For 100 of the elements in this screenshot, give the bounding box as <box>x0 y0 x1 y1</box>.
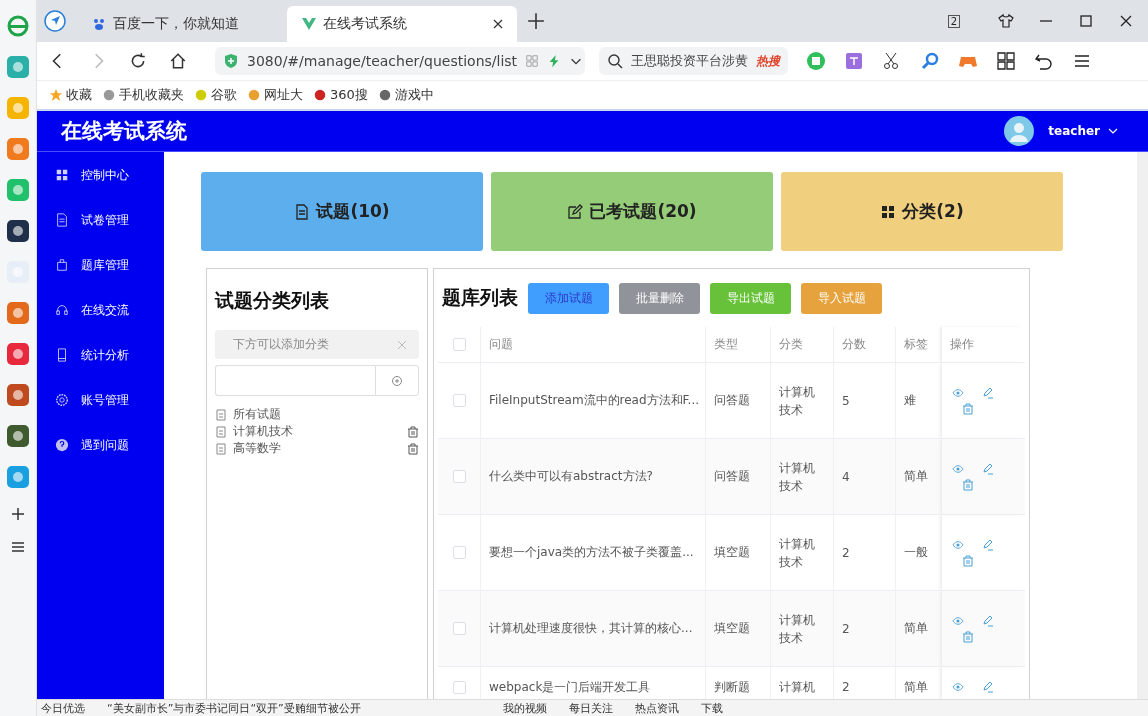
alert-text: 下方可以添加分类 <box>233 336 329 353</box>
bookmark-item[interactable]: 收藏 <box>49 86 92 104</box>
trash-icon[interactable] <box>962 630 974 643</box>
search-field[interactable]: 王思聪投资平台涉黄 热搜 <box>599 47 788 75</box>
status-item[interactable]: 今日优选 <box>41 700 85 716</box>
grid-icon <box>55 168 69 182</box>
stat-card[interactable]: 分类(2) <box>781 172 1063 251</box>
app-icon[interactable] <box>6 219 30 243</box>
add-category-button[interactable] <box>375 365 419 396</box>
paw-icon <box>91 16 107 32</box>
sidebar-item[interactable]: 题库管理 <box>37 256 164 274</box>
navigation-icon[interactable] <box>43 9 67 33</box>
sidebar-item[interactable]: 控制中心 <box>37 166 164 184</box>
trash-icon[interactable] <box>962 554 974 567</box>
zoom-in-icon <box>391 374 403 387</box>
tab-count[interactable]: 2 <box>947 14 960 28</box>
new-tab-icon[interactable] <box>527 12 545 30</box>
browser-logo-icon[interactable] <box>6 14 30 38</box>
table-cell: 5 <box>842 393 850 408</box>
edit-icon[interactable] <box>982 681 994 693</box>
scrollbar-track[interactable] <box>1137 152 1148 699</box>
bookmark-label: 网址大 <box>264 86 303 104</box>
edit-icon[interactable] <box>982 462 994 475</box>
table-cell: 简单 <box>904 678 928 696</box>
add-icon[interactable] <box>10 506 26 522</box>
table-cell-text: 计算机技术 <box>779 535 816 571</box>
home-icon[interactable] <box>169 52 187 70</box>
table-cell: 4 <box>842 469 850 484</box>
sidebar-item[interactable]: 遇到问题 <box>37 436 164 454</box>
bookmark-label: 谷歌 <box>211 86 237 104</box>
view-icon[interactable] <box>952 681 964 693</box>
category-item[interactable]: 计算机技术 <box>215 423 419 440</box>
table-cell: FileInputStream流中的read方法和F... <box>489 392 699 409</box>
magnifier-icon[interactable] <box>920 51 940 71</box>
view-icon[interactable] <box>952 614 964 627</box>
table-cell: 要想一个java类的方法不被子类覆盖... <box>489 544 694 561</box>
shirt-icon[interactable] <box>998 13 1014 29</box>
search-icon <box>607 53 623 69</box>
row-checkbox[interactable] <box>452 546 466 559</box>
grid-icon[interactable] <box>996 51 1016 71</box>
close-icon[interactable] <box>493 19 503 29</box>
edit-icon[interactable] <box>982 538 994 551</box>
status-item[interactable]: 热点资讯 <box>634 700 679 716</box>
browser-tab[interactable]: 百度一下，你就知道 <box>77 6 277 42</box>
trash-icon[interactable] <box>407 442 419 455</box>
trash-icon[interactable] <box>407 425 419 438</box>
close-icon[interactable] <box>1118 13 1134 29</box>
column-header: 操作 <box>950 336 974 353</box>
table-cell: 问答题 <box>714 392 750 409</box>
status-item[interactable]: 我的视频 <box>502 700 547 716</box>
panel-title: 题库列表 <box>442 285 518 310</box>
header-checkbox[interactable] <box>452 338 466 351</box>
row-checkbox[interactable] <box>452 622 466 635</box>
edit-icon <box>567 203 584 220</box>
user-menu[interactable]: teacher <box>1048 124 1100 138</box>
browser-tab[interactable]: 在线考试系统 <box>287 6 517 42</box>
stat-card[interactable]: 试题(10) <box>201 172 483 251</box>
view-icon[interactable] <box>952 462 964 475</box>
menu-icon[interactable] <box>10 539 26 555</box>
reload-icon[interactable] <box>129 52 147 70</box>
row-checkbox[interactable] <box>452 394 466 407</box>
bookmark-icon <box>313 88 327 102</box>
app-icon[interactable] <box>6 424 30 448</box>
bookmark-label: 收藏 <box>66 86 92 104</box>
status-item[interactable]: 下载 <box>700 700 723 716</box>
stat-card[interactable]: 已考试题(20) <box>491 172 773 251</box>
edit-icon[interactable] <box>982 386 994 399</box>
table-cell: 难 <box>904 392 916 409</box>
category-item[interactable]: 所有试题 <box>215 406 419 423</box>
table-cell: 2 <box>842 680 850 694</box>
sidebar-item[interactable]: 账号管理 <box>37 391 164 409</box>
address-field[interactable]: 3080/#/manage/teacher/questions/list <box>215 47 585 75</box>
qr-code-icon[interactable] <box>525 54 540 68</box>
bookmark-icon <box>194 88 208 102</box>
bookmark-item[interactable]: 游戏中 <box>377 86 434 104</box>
bookmark-item[interactable]: 谷歌 <box>194 86 237 104</box>
sidebar-item[interactable]: 统计分析 <box>37 346 164 364</box>
view-icon[interactable] <box>952 386 964 399</box>
chevron-down-icon[interactable] <box>1108 126 1118 136</box>
edit-icon[interactable] <box>982 614 994 627</box>
sidebar-item[interactable]: 试卷管理 <box>37 211 164 229</box>
sidebar-item[interactable]: 在线交流 <box>37 301 164 319</box>
bookmark-item[interactable]: 网址大 <box>247 86 303 104</box>
view-icon[interactable] <box>952 538 964 551</box>
category-item[interactable]: 高等数学 <box>215 440 419 457</box>
bookmark-item[interactable]: 手机收藏夹 <box>102 86 184 104</box>
status-item[interactable]: 每日关注 <box>568 700 613 716</box>
trash-icon[interactable] <box>962 478 974 491</box>
translate-icon[interactable] <box>844 51 864 71</box>
table-cell-text: 计算机技术 <box>779 459 816 495</box>
row-checkbox[interactable] <box>452 680 466 694</box>
row-checkbox[interactable] <box>452 470 466 483</box>
bookmark-item[interactable]: 360搜 <box>313 86 368 104</box>
maximize-icon[interactable] <box>1078 13 1094 29</box>
trash-icon[interactable] <box>962 402 974 415</box>
column-header: 标签 <box>904 336 928 353</box>
status-item[interactable]: “美女副市长”与市委书记同日“双开”受贿细节被公开 <box>107 700 361 716</box>
app-title: 在线考试系统 <box>61 118 187 145</box>
category-input[interactable] <box>215 365 375 396</box>
avatar-icon[interactable] <box>1004 116 1035 146</box>
